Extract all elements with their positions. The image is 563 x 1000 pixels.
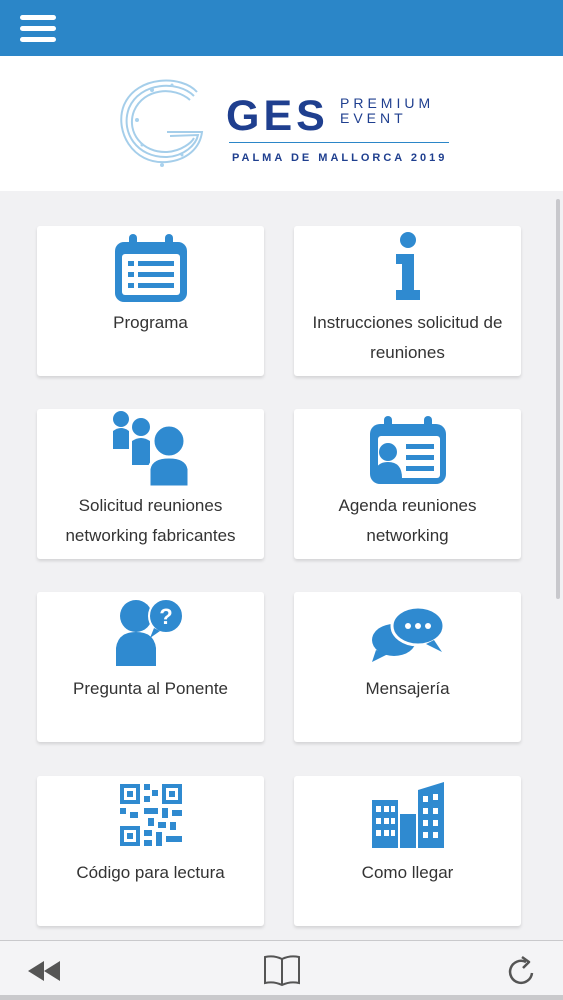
book-icon[interactable] xyxy=(262,953,302,989)
back-icon[interactable] xyxy=(24,953,64,989)
person-question-icon: ? xyxy=(115,598,184,666)
calendar-icon xyxy=(114,234,187,302)
event-logo: GES PREMIUM EVENT PALMA DE MALLORCA 2019 xyxy=(112,70,462,180)
bottom-strip xyxy=(0,995,563,1000)
header: GES PREMIUM EVENT PALMA DE MALLORCA 2019 xyxy=(0,56,563,191)
tile-label: Pregunta al Ponente xyxy=(72,679,228,698)
tile-label: Código para lectura xyxy=(76,863,225,882)
tile-label: Instrucciones solicitud de reuniones xyxy=(312,313,503,362)
tile-label: Como llegar xyxy=(361,863,454,882)
logo-event-text: EVENT xyxy=(340,110,407,126)
qr-code-icon xyxy=(119,784,182,846)
tile-label: Programa xyxy=(113,313,188,332)
tile-instrucciones[interactable]: Instrucciones solicitud de reuniones xyxy=(294,226,521,376)
top-bar xyxy=(0,0,563,56)
agenda-person-icon xyxy=(369,416,446,484)
tile-como-llegar[interactable]: Como llegar xyxy=(294,776,521,926)
refresh-icon[interactable] xyxy=(502,953,542,989)
logo-ges-text: GES xyxy=(226,92,329,140)
tile-label: Solicitud reuniones networking fabricant… xyxy=(65,496,236,545)
svg-text:?: ? xyxy=(159,604,172,629)
tile-label: Mensajería xyxy=(365,679,450,698)
logo-premium-text: PREMIUM xyxy=(340,95,435,111)
scrollbar[interactable] xyxy=(556,199,560,599)
buildings-icon xyxy=(371,782,444,848)
tile-solicitud-reuniones[interactable]: Solicitud reuniones networking fabricant… xyxy=(37,409,264,559)
hamburger-menu-icon[interactable] xyxy=(20,15,56,43)
logo-location-text: PALMA DE MALLORCA 2019 xyxy=(232,152,448,164)
people-icon xyxy=(112,411,190,489)
tile-codigo-lectura[interactable]: Código para lectura xyxy=(37,776,264,926)
tile-pregunta-ponente[interactable]: ? Pregunta al Ponente xyxy=(37,592,264,742)
tile-mensajeria[interactable]: Mensajería xyxy=(294,592,521,742)
swirl-logo-icon xyxy=(120,79,204,167)
tile-label: Agenda reuniones networking xyxy=(338,496,477,545)
bottom-bar xyxy=(0,940,563,1000)
info-icon xyxy=(395,232,420,300)
logo-premium-event: PREMIUM EVENT xyxy=(340,96,434,126)
tile-programa[interactable]: Programa xyxy=(37,226,264,376)
tile-agenda-reuniones[interactable]: Agenda reuniones networking xyxy=(294,409,521,559)
menu-grid: Programa Instrucciones solicitud de reun… xyxy=(0,191,563,940)
logo-divider xyxy=(229,142,449,143)
chat-bubbles-icon xyxy=(371,605,445,662)
